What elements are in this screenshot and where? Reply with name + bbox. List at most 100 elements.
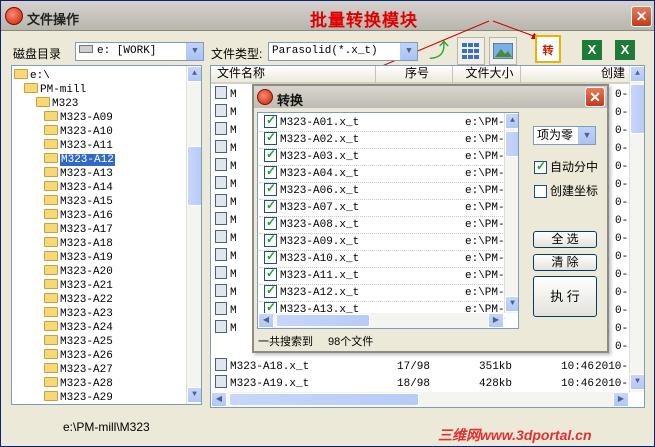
table-row[interactable]: M bbox=[215, 266, 237, 284]
tree-item[interactable]: M323-A23 bbox=[44, 307, 113, 321]
tree-item[interactable]: M323 bbox=[36, 97, 78, 111]
filetype-select[interactable]: Parasolid(*.x_t) ▼ bbox=[268, 42, 418, 61]
convert-file-row[interactable]: M323-A10.x_te:\PM-m bbox=[259, 249, 511, 268]
chevron-down-icon[interactable]: ▼ bbox=[400, 43, 417, 60]
scroll-thumb[interactable] bbox=[505, 131, 518, 157]
chevron-down-icon[interactable]: ▼ bbox=[186, 43, 203, 60]
tree-item[interactable]: M323-A28 bbox=[44, 377, 113, 391]
scroll-up-icon[interactable]: ▲ bbox=[505, 113, 518, 129]
scroll-down-icon[interactable]: ▼ bbox=[505, 296, 518, 312]
tree-item[interactable]: M323-A13 bbox=[44, 167, 113, 181]
auto-split-checkbox[interactable]: 自动分中 bbox=[534, 158, 598, 175]
table-row[interactable]: M bbox=[215, 284, 237, 302]
scroll-up-icon[interactable]: ▲ bbox=[187, 66, 201, 82]
tree-item[interactable]: M323-A18 bbox=[44, 237, 113, 251]
convert-file-list[interactable]: M323-A01.x_te:\PM-mM323-A02.x_te:\PM-mM3… bbox=[257, 112, 519, 329]
create-coord-checkbox[interactable]: 创建坐标 bbox=[534, 182, 598, 199]
tree-item[interactable]: PM-mill bbox=[24, 83, 86, 97]
file-list-vscroll[interactable]: ▲ ▼ bbox=[629, 66, 644, 392]
window-close-button[interactable]: ✕ bbox=[631, 6, 652, 27]
scroll-right-icon[interactable]: ▶ bbox=[488, 313, 504, 328]
tree-item[interactable]: M323-A19 bbox=[44, 251, 113, 265]
tree-item[interactable]: M323-A26 bbox=[44, 349, 113, 363]
folder-tree-vscroll[interactable]: ▲ ▼ bbox=[186, 66, 201, 404]
tree-item[interactable]: M323-A24 bbox=[44, 321, 113, 335]
select-all-button[interactable]: 全 选 bbox=[533, 231, 597, 248]
tree-item[interactable]: M323-A21 bbox=[44, 279, 113, 293]
tree-item[interactable]: M323-A15 bbox=[44, 195, 113, 209]
checkbox-icon[interactable] bbox=[264, 249, 277, 265]
tree-item[interactable]: M323-A09 bbox=[44, 111, 113, 125]
tree-item[interactable]: M323-A12 bbox=[44, 153, 115, 167]
checkbox-icon[interactable] bbox=[264, 147, 277, 163]
scroll-thumb[interactable] bbox=[187, 146, 201, 206]
convert-file-row[interactable]: M323-A03.x_te:\PM-m bbox=[259, 147, 511, 166]
convert-file-row[interactable]: M323-A06.x_te:\PM-m bbox=[259, 181, 511, 200]
table-row[interactable]: M bbox=[215, 248, 237, 266]
tree-item[interactable]: e:\ bbox=[14, 69, 50, 83]
convert-list-hscroll[interactable]: ◀ ▶ bbox=[258, 313, 504, 328]
tree-item[interactable]: M323-A11 bbox=[44, 139, 113, 153]
clear-button[interactable]: 清 除 bbox=[533, 254, 597, 271]
tree-item[interactable]: M323-A17 bbox=[44, 223, 113, 237]
table-row[interactable]: M bbox=[215, 212, 237, 230]
scroll-thumb[interactable] bbox=[276, 314, 370, 327]
table-row[interactable]: M bbox=[215, 302, 237, 320]
refresh-arrow-icon[interactable]: ⤴ bbox=[425, 37, 453, 65]
checkbox-icon[interactable] bbox=[264, 232, 277, 248]
convert-file-row[interactable]: M323-A02.x_te:\PM-m bbox=[259, 130, 511, 149]
file-list-hscroll[interactable]: ◀ ▶ bbox=[211, 392, 629, 407]
table-row[interactable]: M bbox=[215, 158, 237, 176]
scroll-right-icon[interactable]: ▶ bbox=[613, 392, 629, 407]
tree-item[interactable]: M323-A14 bbox=[44, 181, 113, 195]
scroll-down-icon[interactable]: ▼ bbox=[630, 374, 644, 390]
table-row[interactable]: M bbox=[215, 176, 237, 194]
convert-file-row[interactable]: M323-A11.x_te:\PM-m bbox=[259, 266, 511, 285]
checkbox-icon[interactable] bbox=[264, 198, 277, 214]
mode-select[interactable]: 项为零 ▼ bbox=[533, 126, 596, 145]
checkbox-icon[interactable] bbox=[264, 181, 277, 197]
run-button[interactable]: 执 行 bbox=[533, 276, 597, 317]
checkbox-icon[interactable] bbox=[264, 215, 277, 231]
scroll-left-icon[interactable]: ◀ bbox=[211, 392, 227, 407]
tree-item[interactable]: M323-A16 bbox=[44, 209, 113, 223]
disk-select[interactable]: e: [WORK] ▼ bbox=[75, 42, 204, 61]
convert-file-row[interactable]: M323-A04.x_te:\PM-m bbox=[259, 164, 511, 183]
table-row[interactable]: M323-A19.x_t bbox=[215, 375, 309, 393]
chevron-down-icon[interactable]: ▼ bbox=[578, 127, 595, 144]
tree-item[interactable]: M323-A20 bbox=[44, 265, 113, 279]
convert-file-row[interactable]: M323-A09.x_te:\PM-m bbox=[259, 232, 511, 251]
excel-icon[interactable]: X bbox=[578, 36, 606, 64]
convert-file-row[interactable]: M323-A07.x_te:\PM-m bbox=[259, 198, 511, 217]
convert-file-row[interactable]: M323-A08.x_te:\PM-m bbox=[259, 215, 511, 234]
grid-view-icon[interactable] bbox=[457, 37, 485, 65]
checkbox-icon[interactable] bbox=[264, 113, 277, 129]
excel-export-icon[interactable]: X bbox=[611, 36, 639, 64]
convert-icon[interactable]: 转 bbox=[535, 35, 561, 63]
tree-item[interactable]: M323-A29 bbox=[44, 391, 113, 404]
convert-file-row[interactable]: M323-A01.x_te:\PM-m bbox=[259, 113, 511, 132]
checkbox-icon[interactable] bbox=[534, 159, 547, 174]
scroll-down-icon[interactable]: ▼ bbox=[187, 387, 201, 403]
convert-file-row[interactable]: M323-A12.x_te:\PM-m bbox=[259, 283, 511, 302]
folder-tree[interactable]: e:\ PM-mill M323 M323-A09 M323-A10 M323-A11 M3… bbox=[11, 65, 202, 405]
dialog-close-button[interactable]: ✕ bbox=[585, 87, 605, 107]
checkbox-icon[interactable] bbox=[534, 185, 547, 198]
tree-item[interactable]: M323-A25 bbox=[44, 335, 113, 349]
image-view-icon[interactable] bbox=[489, 37, 517, 65]
column-header-name[interactable]: 文件名称 bbox=[211, 66, 376, 84]
scroll-thumb[interactable] bbox=[630, 84, 644, 134]
tree-item[interactable]: M323-A22 bbox=[44, 293, 113, 307]
checkbox-icon[interactable] bbox=[264, 164, 277, 180]
table-row[interactable]: M bbox=[215, 140, 237, 158]
table-row[interactable]: M bbox=[215, 230, 237, 248]
convert-list-vscroll[interactable]: ▲ ▼ bbox=[504, 113, 518, 313]
checkbox-icon[interactable] bbox=[264, 283, 277, 299]
checkbox-icon[interactable] bbox=[264, 266, 277, 282]
column-header-created[interactable]: 创建 bbox=[521, 66, 630, 84]
table-row[interactable]: M bbox=[215, 194, 237, 212]
scroll-thumb[interactable] bbox=[229, 393, 419, 406]
scroll-up-icon[interactable]: ▲ bbox=[630, 66, 644, 82]
tree-item[interactable]: M323-A10 bbox=[44, 125, 113, 139]
table-row[interactable]: M bbox=[215, 320, 237, 338]
